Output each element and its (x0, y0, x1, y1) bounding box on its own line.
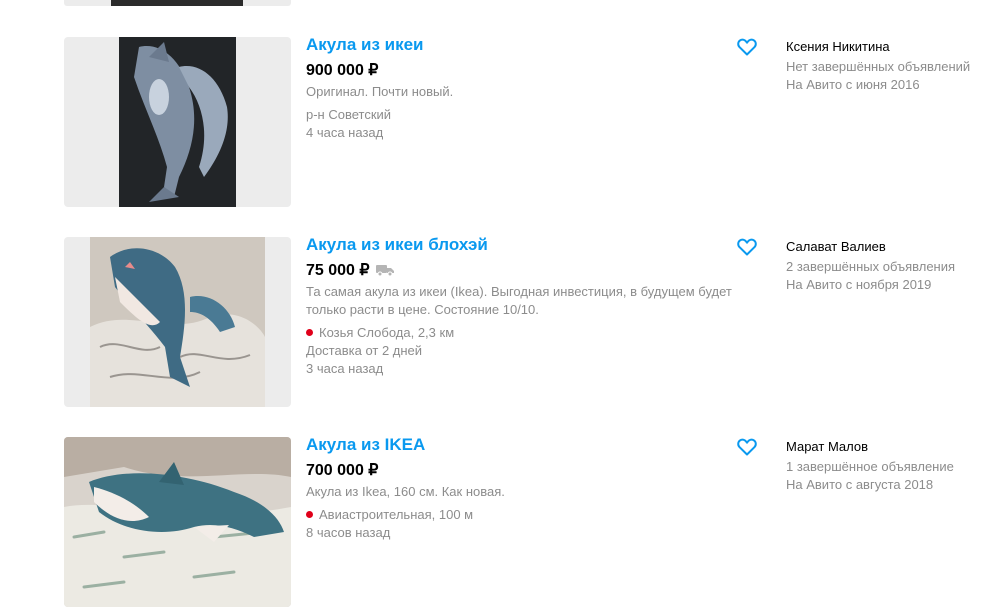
previous-photo-dark-area (111, 0, 243, 6)
seller-name[interactable]: Ксения Никитина (786, 38, 997, 55)
price-row: 900 000 ₽ (306, 59, 756, 81)
listing-item: Акула из икеи 900 000 ₽ Оригинал. Почти … (0, 35, 997, 207)
listing-title[interactable]: Акула из икеи (306, 35, 423, 55)
listing-description: Акула из Ikea, 160 см. Как новая. (306, 484, 505, 499)
seller-name[interactable]: Марат Малов (786, 438, 997, 455)
location-text: Авиастроительная, 100 м (319, 507, 474, 522)
listing-description: Оригинал. Почти новый. (306, 84, 454, 99)
listing-photo[interactable] (64, 237, 291, 407)
listing-delivery: Доставка от 2 дней (306, 343, 423, 358)
seller-completed-listings: 1 завершённое объявление (786, 459, 954, 474)
listing-description: Та самая акула из икеи (Ikea). Выгодная … (306, 284, 732, 317)
listing-title[interactable]: Акула из икеи блохэй (306, 235, 488, 255)
listing-location: Авиастроительная, 100 м (306, 506, 756, 524)
listing-posted-time: 8 часов назад (306, 525, 391, 540)
price-row: 700 000 ₽ (306, 459, 756, 481)
listing-info: Акула из IKEA 700 000 ₽ Акула из Ikea, 1… (306, 435, 756, 542)
seller-member-since: На Авито с ноября 2019 (786, 277, 932, 292)
shark-photo-2 (90, 237, 265, 407)
shark-photo-3 (64, 437, 291, 607)
seller-completed-listings: 2 завершённых объявления (786, 259, 956, 274)
listing-photo[interactable] (64, 37, 291, 207)
heart-outline-icon[interactable] (737, 38, 757, 56)
previous-listing-photo-fragment[interactable] (64, 0, 291, 6)
metro-dot-icon (306, 329, 313, 336)
listing-location: Козья Слобода, 2,3 км (306, 324, 756, 342)
seller-member-since: На Авито с августа 2018 (786, 477, 934, 492)
listing-price: 900 000 ₽ (306, 62, 379, 79)
listing-info: Акула из икеи блохэй 75 000 ₽ Та самая а… (306, 235, 756, 378)
listing-item: Акула из IKEA 700 000 ₽ Акула из Ikea, 1… (0, 435, 997, 607)
listing-info: Акула из икеи 900 000 ₽ Оригинал. Почти … (306, 35, 756, 142)
price-row: 75 000 ₽ (306, 259, 756, 281)
listing-posted-time: 4 часа назад (306, 125, 384, 140)
truck-icon (375, 265, 394, 276)
shark-photo-1 (119, 37, 236, 207)
listing-price: 75 000 ₽ (306, 262, 370, 279)
location-text: Козья Слобода, 2,3 км (319, 325, 455, 340)
metro-dot-icon (306, 511, 313, 518)
seller-info: Салават Валиев 2 завершённых объявления … (786, 238, 997, 294)
seller-info: Марат Малов 1 завершённое объявление На … (786, 438, 997, 494)
heart-outline-icon[interactable] (737, 238, 757, 256)
listing-photo[interactable] (64, 437, 291, 607)
seller-name[interactable]: Салават Валиев (786, 238, 997, 255)
heart-outline-icon[interactable] (737, 438, 757, 456)
listing-title[interactable]: Акула из IKEA (306, 435, 425, 455)
listing-item: Акула из икеи блохэй 75 000 ₽ Та самая а… (0, 235, 997, 407)
listing-location: р-н Советский (306, 106, 756, 124)
seller-info: Ксения Никитина Нет завершённых объявлен… (786, 38, 997, 94)
seller-completed-listings: Нет завершённых объявлений (786, 59, 971, 74)
listing-price: 700 000 ₽ (306, 462, 379, 479)
seller-member-since: На Авито с июня 2016 (786, 77, 920, 92)
location-text: р-н Советский (306, 107, 392, 122)
listing-posted-time: 3 часа назад (306, 361, 384, 376)
